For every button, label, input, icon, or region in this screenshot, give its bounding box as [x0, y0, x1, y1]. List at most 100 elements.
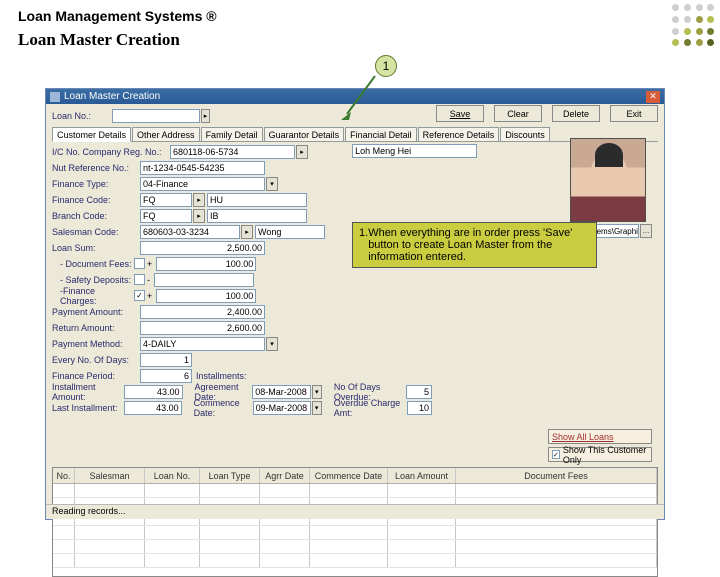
fincharge-checkbox[interactable]: ✓	[134, 290, 145, 301]
tab-family-detail[interactable]: Family Detail	[201, 127, 263, 141]
label-doc-fees: - Document Fees:	[60, 259, 132, 269]
safety-input[interactable]	[154, 273, 254, 287]
tabs: Customer Details Other Address Family De…	[52, 127, 658, 142]
comm-date-picker-icon[interactable]: ▾	[312, 401, 322, 415]
tooltip-number: 1.	[359, 227, 368, 263]
payment-method-input[interactable]: 4-DAILY	[140, 337, 265, 351]
loan-no-lookup-button[interactable]: ▸	[201, 109, 210, 123]
salesman-lookup-button[interactable]: ▸	[241, 225, 253, 239]
label-every-days: Every No. Of Days:	[52, 355, 140, 365]
commence-date-input[interactable]: 09-Mar-2008	[253, 401, 311, 415]
overdue-amt-input[interactable]: 10	[407, 401, 433, 415]
col-loan-no[interactable]: Loan No.	[145, 468, 200, 483]
salesman-input[interactable]: 680603-03-3234	[140, 225, 240, 239]
label-safety: - Safety Deposits:	[60, 275, 132, 285]
col-loan-type[interactable]: Loan Type	[200, 468, 260, 483]
label-finance-period: Finance Period:	[52, 371, 140, 381]
col-doc-fees[interactable]: Document Fees	[456, 468, 657, 483]
label-nut-ref: Nut Reference No.:	[52, 163, 140, 173]
window-icon	[50, 92, 60, 102]
tab-financial-detail[interactable]: Financial Detail	[345, 127, 417, 141]
label-loan-no: Loan No.:	[52, 111, 112, 121]
customer-name-input[interactable]: Loh Meng Hei	[352, 144, 477, 158]
tab-other-address[interactable]: Other Address	[132, 127, 200, 141]
tab-discounts[interactable]: Discounts	[500, 127, 550, 141]
branch-code-input[interactable]: FQ	[140, 209, 192, 223]
dot-grid-icon	[672, 4, 716, 48]
label-commence-date: Commence Date:	[194, 398, 251, 418]
ic-lookup-button[interactable]: ▸	[296, 145, 308, 159]
branch-lookup-button[interactable]: ▸	[193, 209, 205, 223]
finance-code-input[interactable]: FQ	[140, 193, 192, 207]
finance-type-input[interactable]: 04-Finance	[140, 177, 265, 191]
label-installments: Installments:	[196, 371, 247, 381]
label-payment-method: Payment Method:	[52, 339, 140, 349]
every-days-input[interactable]: 1	[140, 353, 192, 367]
exit-button[interactable]: Exit	[610, 105, 658, 122]
branch-desc: IB	[207, 209, 307, 223]
show-customer-only-button[interactable]: ✓Show This Customer Only	[548, 447, 652, 462]
label-last-install: Last Installment:	[52, 403, 124, 413]
overdue-days-input[interactable]: 5	[406, 385, 432, 399]
finance-code-desc: HU	[207, 193, 307, 207]
fincode-lookup-button[interactable]: ▸	[193, 193, 205, 207]
col-salesman[interactable]: Salesman	[75, 468, 145, 483]
loan-no-input[interactable]	[112, 109, 200, 123]
col-agg-date[interactable]: Agrr Date	[260, 468, 310, 483]
arrow-icon	[339, 72, 379, 122]
callout-badge-1: 1	[375, 55, 397, 77]
label-loan-sum: Loan Sum:	[52, 243, 140, 253]
fincharge-input[interactable]: 100.00	[156, 289, 256, 303]
label-salesman: Salesman Code:	[52, 227, 140, 237]
agree-date-picker-icon[interactable]: ▾	[312, 385, 322, 399]
nut-ref-input[interactable]: nt-1234-0545-54235	[140, 161, 265, 175]
label-finance-type: Finance Type:	[52, 179, 140, 189]
ic-no-input[interactable]: 680118-06-5734	[170, 145, 295, 159]
show-cust-label: Show This Customer Only	[563, 445, 648, 465]
label-payment-amount: Payment Amount:	[52, 307, 140, 317]
loan-sum-input[interactable]: 2,500.00	[140, 241, 265, 255]
decorative-strip	[665, 0, 720, 540]
agreement-date-input[interactable]: 08-Mar-2008	[252, 385, 310, 399]
label-finance-code: Finance Code:	[52, 195, 140, 205]
fintype-dropdown-icon[interactable]: ▾	[266, 177, 278, 191]
customer-only-checkbox[interactable]: ✓	[552, 450, 560, 459]
col-commence-date[interactable]: Commence Date	[310, 468, 388, 483]
col-loan-amount[interactable]: Loan Amount	[388, 468, 456, 483]
label-install-amount: Installment Amount:	[52, 382, 124, 402]
save-button[interactable]: Save	[436, 105, 484, 122]
window-title: Loan Master Creation	[64, 91, 160, 102]
install-amount-input[interactable]: 43.00	[124, 385, 182, 399]
label-ic-no: I/C No. Company Reg. No.:	[52, 147, 170, 157]
clear-button[interactable]: Clear	[494, 105, 542, 122]
tab-customer-details[interactable]: Customer Details	[52, 127, 131, 142]
slide-title: Loan Management Systems ®	[0, 0, 720, 28]
tab-reference-details[interactable]: Reference Details	[418, 127, 500, 141]
close-icon[interactable]: ✕	[646, 91, 660, 103]
status-bar: Reading records...	[46, 504, 664, 519]
last-install-input[interactable]: 43.00	[124, 401, 182, 415]
show-all-loans-button[interactable]: Show All Loans	[548, 429, 652, 444]
table-row[interactable]	[53, 526, 657, 540]
doc-fees-checkbox[interactable]	[134, 258, 145, 269]
customer-photo	[570, 138, 646, 222]
slide-subtitle: Loan Master Creation	[0, 28, 720, 56]
tab-guarantor-details[interactable]: Guarantor Details	[264, 127, 345, 141]
label-branch: Branch Code:	[52, 211, 140, 221]
return-amount-input[interactable]: 2,600.00	[140, 321, 265, 335]
safety-checkbox[interactable]	[134, 274, 145, 285]
loans-grid: No. Salesman Loan No. Loan Type Agrr Dat…	[52, 467, 658, 577]
tooltip-text: When everything are in order press 'Save…	[368, 227, 590, 263]
salesman-name: Wong	[255, 225, 325, 239]
payment-method-dropdown-icon[interactable]: ▾	[266, 337, 278, 351]
photo-browse-button[interactable]: …	[640, 224, 652, 238]
table-row[interactable]	[53, 554, 657, 568]
installments-input[interactable]: 6	[140, 369, 192, 383]
doc-fees-input[interactable]: 100.00	[156, 257, 256, 271]
table-row[interactable]	[53, 484, 657, 498]
table-row[interactable]	[53, 540, 657, 554]
col-no[interactable]: No.	[53, 468, 75, 483]
instruction-tooltip: 1. When everything are in order press 'S…	[352, 222, 597, 268]
payment-amount-input[interactable]: 2,400.00	[140, 305, 265, 319]
delete-button[interactable]: Delete	[552, 105, 600, 122]
